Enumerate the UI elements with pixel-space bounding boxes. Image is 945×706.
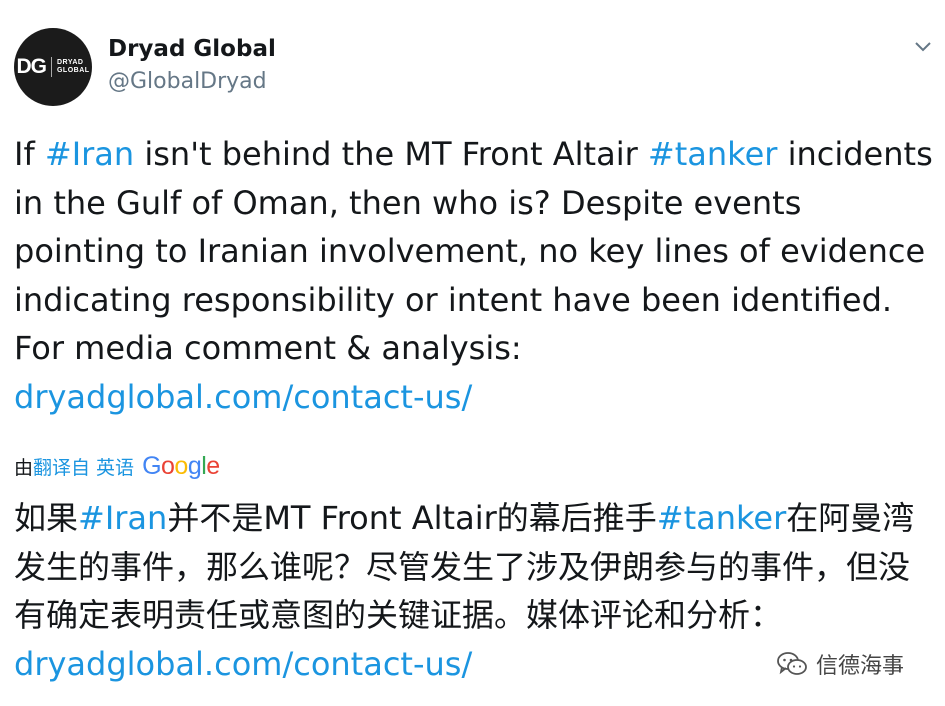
wechat-icon <box>777 652 807 675</box>
tweet-text: If #Iran isn't behind the MT Front Altai… <box>14 130 934 421</box>
avatar-logo-text: DRYAD GLOBAL <box>57 59 90 75</box>
translated-text-segment: 如果 <box>14 499 79 537</box>
avatar-logo-line2: GLOBAL <box>56 67 90 74</box>
watermark: 信德海事 <box>776 648 904 680</box>
google-logo: Google <box>142 451 220 480</box>
chevron-down-icon[interactable] <box>914 40 932 54</box>
translation-attribution: 由翻译自 英语 Google <box>14 451 220 481</box>
hashtag-tanker-link[interactable]: #tanker <box>648 135 777 173</box>
avatar-logo-mark: DG <box>16 55 46 78</box>
translated-contact-link[interactable]: dryadglobal.com/contact-us/ <box>14 645 472 683</box>
avatar[interactable]: DG DRYAD GLOBAL <box>14 28 92 106</box>
avatar-logo-divider <box>50 57 52 77</box>
tweet-text-segment: isn't behind the MT Front Altair <box>134 135 648 173</box>
tweet-text-segment: If <box>14 135 45 173</box>
translated-from-link[interactable]: 翻译自 英语 <box>33 453 134 480</box>
watermark-text: 信德海事 <box>816 654 905 679</box>
translation-by-label: 由 <box>14 456 34 479</box>
contact-link[interactable]: dryadglobal.com/contact-us/ <box>14 378 472 416</box>
avatar-logo-line1: DRYAD <box>56 59 84 66</box>
translated-hashtag-tanker-link[interactable]: #tanker <box>657 499 786 537</box>
hashtag-iran-link[interactable]: #Iran <box>45 135 134 173</box>
translated-text-segment: 并不是MT Front Altair的幕后推手 <box>167 499 657 537</box>
author-name[interactable]: Dryad Global <box>108 36 276 62</box>
author-handle[interactable]: @GlobalDryad <box>108 69 267 94</box>
translated-hashtag-iran-link[interactable]: #Iran <box>78 499 167 537</box>
